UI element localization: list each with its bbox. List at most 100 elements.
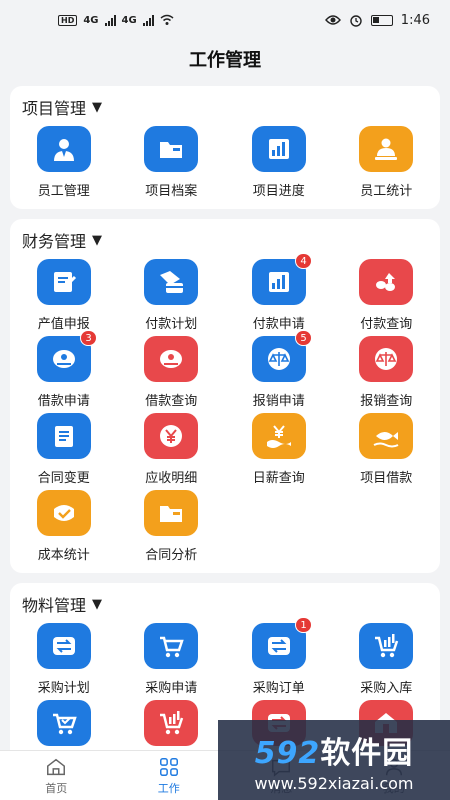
notification-badge: 4 bbox=[295, 253, 312, 269]
yen-wave-icon[interactable] bbox=[251, 413, 306, 459]
module-item[interactable]: 借款查询 bbox=[118, 334, 226, 411]
section-title[interactable]: 物料管理 ▼ bbox=[10, 593, 440, 615]
module-label: 员工管理 bbox=[37, 184, 90, 199]
module-label: 付款查询 bbox=[360, 317, 413, 332]
module-item[interactable]: 1 采购订单 bbox=[225, 617, 333, 698]
bar-chart-icon[interactable]: 4 bbox=[251, 253, 312, 305]
loan-icon[interactable]: 3 bbox=[36, 330, 97, 382]
bar-chart-icon[interactable] bbox=[251, 126, 306, 172]
cart-bars-icon[interactable] bbox=[359, 623, 414, 669]
module-label: 项目进度 bbox=[252, 184, 305, 199]
transfer-icon[interactable]: 1 bbox=[251, 617, 312, 669]
module-grid: 产值申报 付款计划 4 付款申请 付款查询 3 借款申请 借款查询 5 报销申请 报销查询合同变更 应… bbox=[10, 253, 441, 565]
module-item[interactable]: 采购计划 bbox=[10, 621, 118, 698]
module-label: 项目借款 bbox=[360, 471, 413, 486]
module-item[interactable]: 员工管理 bbox=[10, 124, 118, 201]
loan-icon[interactable] bbox=[144, 336, 199, 382]
module-item[interactable]: 日薪查询 bbox=[225, 411, 333, 488]
module-item[interactable]: 合同变更 bbox=[10, 411, 118, 488]
module-item[interactable]: 项目借款 bbox=[333, 411, 441, 488]
cart-check-icon[interactable] bbox=[36, 700, 91, 746]
watermark-logo: 592软件园 www.592xiazai.com bbox=[218, 720, 450, 800]
folder-icon[interactable] bbox=[144, 490, 199, 536]
signal-label-2: 4G bbox=[121, 14, 137, 26]
module-label: 产值申报 bbox=[37, 317, 90, 332]
caret-down-icon[interactable]: ▼ bbox=[92, 233, 102, 248]
signal-icon-2 bbox=[142, 14, 154, 26]
check-badge-icon[interactable] bbox=[36, 490, 91, 536]
module-item[interactable]: 采购申请 bbox=[118, 621, 226, 698]
section-title-text: 物料管理 bbox=[22, 596, 87, 615]
battery-icon bbox=[370, 14, 393, 26]
module-item[interactable]: 采购入库 bbox=[333, 621, 441, 698]
section-title-text: 项目管理 bbox=[22, 99, 87, 118]
tab-label: 首页 bbox=[45, 781, 68, 795]
module-item[interactable]: 合同分析 bbox=[118, 488, 226, 565]
signal-icon bbox=[104, 14, 116, 26]
module-item[interactable]: 4 付款申请 bbox=[225, 253, 333, 334]
module-item[interactable]: 5 报销申请 bbox=[225, 330, 333, 411]
module-label: 项目档案 bbox=[145, 184, 198, 199]
section-card-0: 项目管理 ▼ 员工管理 项目档案 项目进度 员工统计 bbox=[10, 86, 440, 209]
module-item[interactable]: 报销查询 bbox=[333, 334, 441, 411]
module-item[interactable]: 项目进度 bbox=[225, 124, 333, 201]
module-item[interactable]: 成本统计 bbox=[10, 488, 118, 565]
notification-badge: 3 bbox=[80, 330, 97, 346]
section-title-text: 财务管理 bbox=[22, 232, 87, 251]
cart-icon[interactable] bbox=[144, 623, 199, 669]
cart-bars-icon[interactable] bbox=[144, 700, 199, 746]
module-item[interactable]: 入库查询 bbox=[118, 698, 226, 750]
module-item[interactable]: 项目档案 bbox=[118, 124, 226, 201]
tab-grid[interactable]: 工作 bbox=[113, 751, 226, 800]
module-label: 员工统计 bbox=[360, 184, 413, 199]
folder-icon[interactable] bbox=[144, 126, 199, 172]
status-time: 1:46 bbox=[400, 12, 430, 28]
signal-label-1: 4G bbox=[83, 14, 99, 26]
module-item[interactable]: 付款计划 bbox=[118, 257, 226, 334]
module-item[interactable]: 产值申报 bbox=[10, 257, 118, 334]
caret-down-icon[interactable]: ▼ bbox=[92, 597, 102, 612]
network-type: HD bbox=[58, 14, 78, 26]
transfer-icon[interactable] bbox=[36, 623, 91, 669]
module-label: 合同变更 bbox=[37, 471, 90, 486]
fish-money-icon[interactable] bbox=[359, 413, 414, 459]
module-item[interactable]: 3 借款申请 bbox=[10, 330, 118, 411]
module-item[interactable]: 应收明细 bbox=[118, 411, 226, 488]
module-label: 采购计划 bbox=[37, 681, 90, 696]
alarm-icon bbox=[350, 15, 362, 27]
page-header: 工作管理 bbox=[0, 40, 450, 78]
watermark-url: www.592xiazai.com bbox=[254, 773, 414, 793]
module-label: 成本统计 bbox=[37, 548, 90, 563]
page-title: 工作管理 bbox=[189, 50, 261, 71]
clipboard-icon[interactable] bbox=[36, 413, 91, 459]
section-card-1: 财务管理 ▼ 产值申报 付款计划 4 付款申请 付款查询 3 借款申请 借款查询 5 报销申请 报销查询… bbox=[10, 219, 440, 573]
caret-down-icon[interactable]: ▼ bbox=[92, 100, 102, 115]
scale-icon[interactable] bbox=[359, 336, 414, 382]
notification-badge: 1 bbox=[295, 617, 312, 633]
work-content[interactable]: 项目管理 ▼ 员工管理 项目档案 项目进度 员工统计财务管理 ▼ 产值申报 付款计划 4 付款申请 付… bbox=[0, 86, 450, 750]
module-label: 日薪查询 bbox=[252, 471, 305, 486]
section-title[interactable]: 项目管理 ▼ bbox=[10, 96, 440, 118]
watermark-number: 592 bbox=[254, 735, 321, 771]
tab-home[interactable]: 首页 bbox=[0, 751, 113, 800]
status-left: HD 4G 4G bbox=[58, 14, 174, 26]
report-icon[interactable] bbox=[36, 259, 91, 305]
employee-stats-icon[interactable] bbox=[359, 126, 414, 172]
watermark-text: 软件园 bbox=[320, 735, 414, 771]
module-label: 付款计划 bbox=[145, 317, 198, 332]
coins-icon[interactable] bbox=[359, 259, 414, 305]
module-label: 借款查询 bbox=[145, 394, 198, 409]
status-right: 1:46 bbox=[324, 12, 430, 28]
module-item[interactable]: 付款查询 bbox=[333, 257, 441, 334]
module-label: 付款申请 bbox=[252, 317, 305, 332]
section-title[interactable]: 财务管理 ▼ bbox=[10, 229, 440, 251]
employee-icon[interactable] bbox=[36, 126, 91, 172]
home-icon bbox=[47, 758, 66, 775]
module-label: 采购入库 bbox=[360, 681, 413, 696]
module-item[interactable]: 入库审核 bbox=[10, 698, 118, 750]
payment-card-icon[interactable] bbox=[144, 259, 199, 305]
scale-icon[interactable]: 5 bbox=[251, 330, 312, 382]
module-label: 合同分析 bbox=[145, 548, 198, 563]
module-item[interactable]: 员工统计 bbox=[333, 124, 441, 201]
yen-coin-icon[interactable] bbox=[144, 413, 199, 459]
